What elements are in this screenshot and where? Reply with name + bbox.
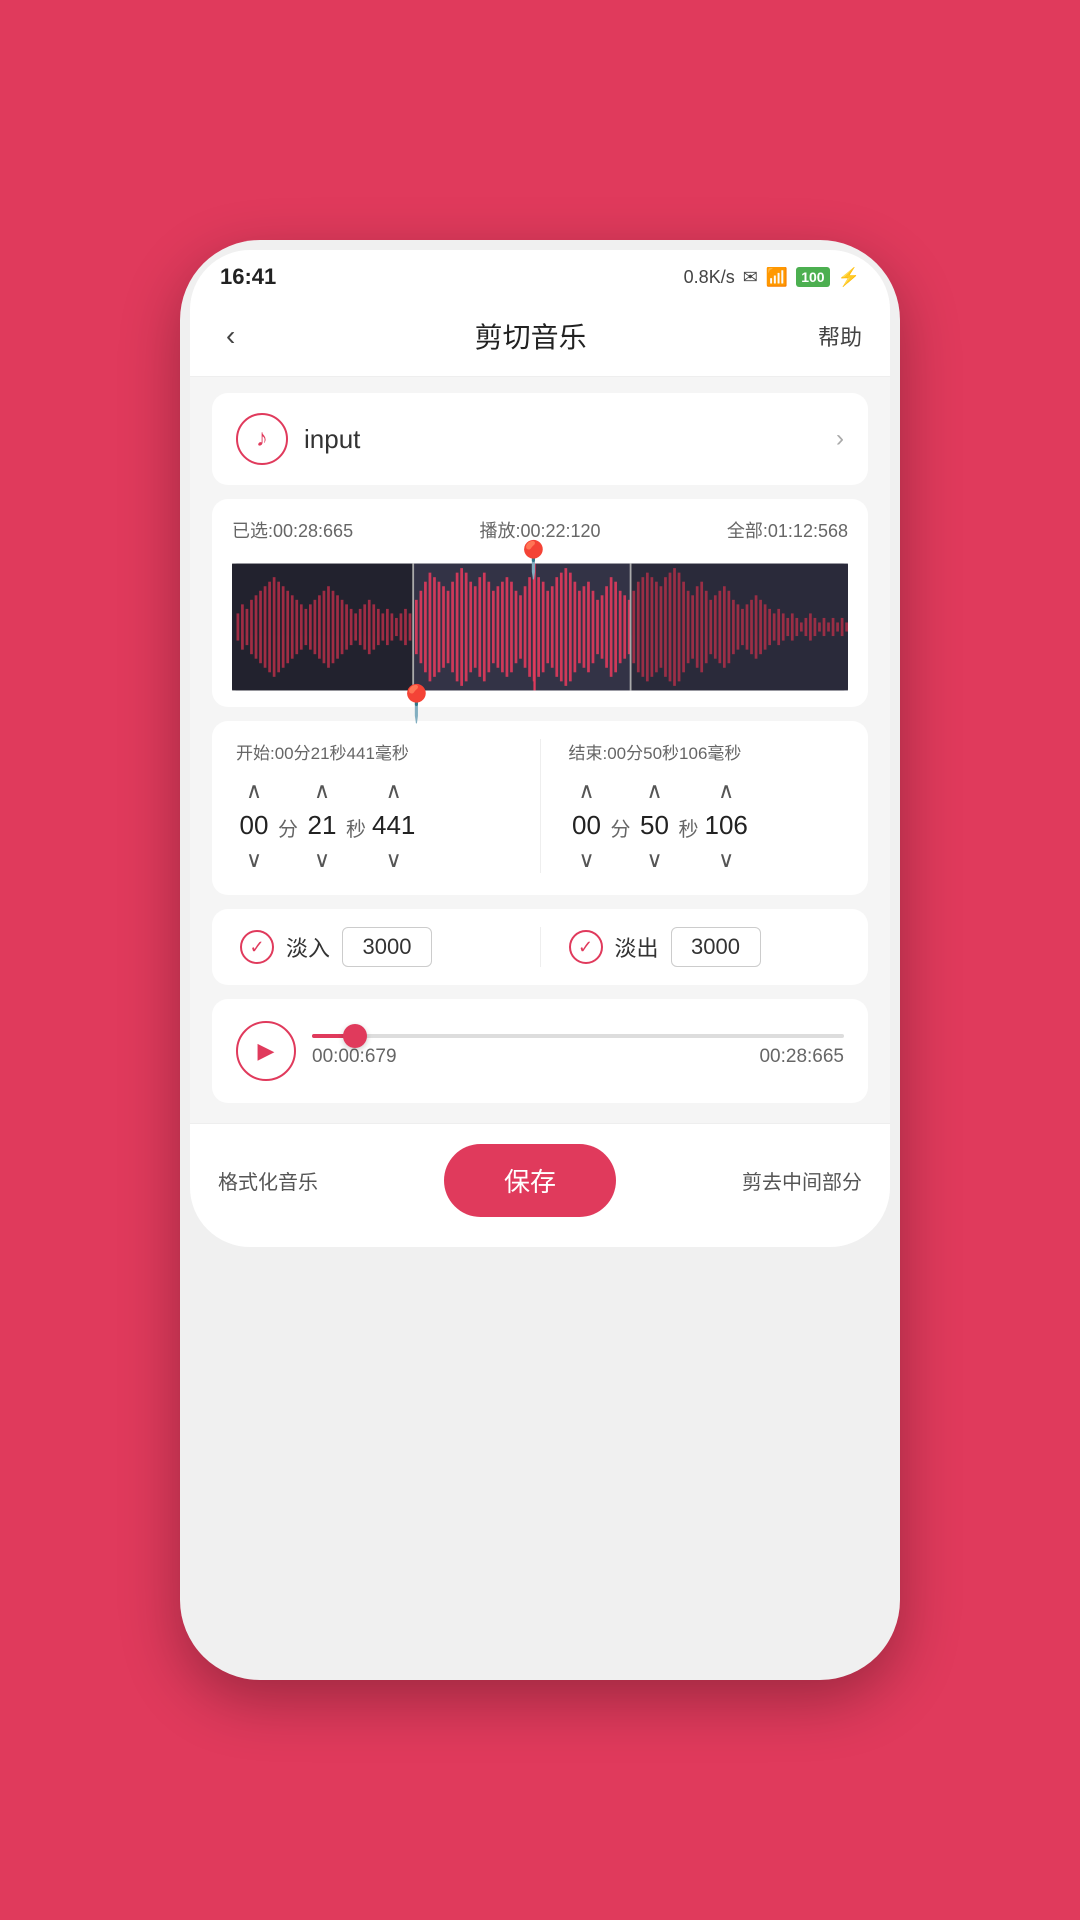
wifi-icon: 📶 — [766, 267, 788, 288]
total-time: 全部:01:12:568 — [727, 517, 848, 543]
save-button[interactable]: 保存 — [444, 1144, 616, 1217]
main-content: ♪ input › 已选:00:28:665 播放:00:22:120 全部:0… — [190, 377, 890, 1119]
start-ms-unit: ∧ 441 ∨ — [372, 778, 415, 873]
start-sec-sep: 秒 — [346, 809, 366, 842]
bottom-bar: 格式化音乐 保存 剪去中间部分 — [190, 1123, 890, 1247]
start-label: 开始:00分21秒441毫秒 — [236, 739, 512, 764]
end-min-down[interactable]: ∨ — [572, 847, 600, 873]
start-time-section: 开始:00分21秒441毫秒 ∧ 00 ∨ 分 ∧ 21 ∨ — [236, 739, 512, 873]
format-music-button[interactable]: 格式化音乐 — [218, 1166, 318, 1195]
current-time: 00:00:679 — [312, 1046, 397, 1068]
back-button[interactable]: ‹ — [218, 316, 243, 356]
total-duration: 00:28:665 — [759, 1046, 844, 1068]
waveform-card: 已选:00:28:665 播放:00:22:120 全部:01:12:568 📍 — [212, 499, 868, 707]
start-min-value: 00 — [236, 810, 272, 841]
player-card: ▶ 00:00:679 00:28:665 — [212, 999, 868, 1103]
waveform-container[interactable]: 📍 — [232, 557, 848, 697]
end-sec-up[interactable]: ∧ — [640, 778, 668, 804]
chevron-right-icon: › — [836, 425, 844, 453]
fade-card: ✓ 淡入 ✓ 淡出 — [212, 909, 868, 985]
end-min-up[interactable]: ∧ — [572, 778, 600, 804]
status-time: 16:41 — [220, 264, 276, 290]
end-sec-sep: 秒 — [679, 809, 699, 842]
start-time-controls: ∧ 00 ∨ 分 ∧ 21 ∨ 秒 — [236, 778, 512, 873]
player-times: 00:00:679 00:28:665 — [312, 1046, 844, 1068]
help-button[interactable]: 帮助 — [818, 320, 862, 352]
end-sec-down[interactable]: ∨ — [640, 847, 668, 873]
status-right: 0.8K/s ✉ 📶 100 ⚡ — [684, 267, 860, 288]
time-sections: 开始:00分21秒441毫秒 ∧ 00 ∨ 分 ∧ 21 ∨ — [236, 739, 844, 873]
status-bar: 16:41 0.8K/s ✉ 📶 100 ⚡ — [190, 250, 890, 300]
input-card: ♪ input › — [212, 393, 868, 485]
end-ms-up[interactable]: ∧ — [712, 778, 740, 804]
music-icon: ♪ — [236, 413, 288, 465]
end-label: 结束:00分50秒106毫秒 — [569, 739, 845, 764]
end-ms-value: 106 — [705, 810, 748, 841]
start-sec-up[interactable]: ∧ — [308, 778, 336, 804]
end-sec-value: 50 — [637, 810, 673, 841]
selected-time: 已选:00:28:665 — [232, 517, 353, 543]
page-title: 剪切音乐 — [475, 316, 587, 356]
start-ms-value: 441 — [372, 810, 415, 841]
player-content: ▶ 00:00:679 00:28:665 — [236, 1021, 844, 1081]
playhead-top-pin: 📍 — [511, 539, 556, 581]
start-min-down[interactable]: ∨ — [240, 847, 268, 873]
start-min-unit: ∧ 00 ∨ — [236, 778, 272, 873]
time-editor-card: 开始:00分21秒441毫秒 ∧ 00 ∨ 分 ∧ 21 ∨ — [212, 721, 868, 895]
end-min-unit: ∧ 00 ∨ — [569, 778, 605, 873]
fade-divider — [540, 927, 541, 967]
message-icon: ✉ — [743, 267, 758, 288]
battery-icon: 100 — [796, 267, 829, 287]
fade-out-label: 淡出 — [615, 931, 659, 963]
input-row[interactable]: ♪ input › — [236, 413, 844, 465]
fade-in-check[interactable]: ✓ — [240, 930, 274, 964]
start-min-sep: 分 — [278, 809, 298, 842]
fade-in-item: ✓ 淡入 — [240, 927, 512, 967]
start-ms-down[interactable]: ∨ — [380, 847, 408, 873]
progress-thumb[interactable] — [343, 1024, 367, 1048]
fade-out-check[interactable]: ✓ — [569, 930, 603, 964]
time-divider — [540, 739, 541, 873]
player-right: 00:00:679 00:28:665 — [312, 1034, 844, 1068]
fade-in-input[interactable] — [342, 927, 432, 967]
end-time-section: 结束:00分50秒106毫秒 ∧ 00 ∨ 分 ∧ 50 ∨ — [569, 739, 845, 873]
end-sec-unit: ∧ 50 ∨ — [637, 778, 673, 873]
app-bar: ‹ 剪切音乐 帮助 — [190, 300, 890, 377]
start-ms-up[interactable]: ∧ — [380, 778, 408, 804]
end-min-sep: 分 — [611, 809, 631, 842]
network-speed: 0.8K/s — [684, 267, 735, 288]
filename-label: input — [304, 424, 360, 455]
cut-middle-button[interactable]: 剪去中间部分 — [742, 1166, 862, 1195]
progress-track[interactable] — [312, 1034, 844, 1038]
end-ms-unit: ∧ 106 ∨ — [705, 778, 748, 873]
input-left: ♪ input — [236, 413, 360, 465]
start-sec-down[interactable]: ∨ — [308, 847, 336, 873]
fade-in-label: 淡入 — [286, 931, 330, 963]
fade-out-input[interactable] — [671, 927, 761, 967]
start-sec-value: 21 — [304, 810, 340, 841]
end-min-value: 00 — [569, 810, 605, 841]
start-min-up[interactable]: ∧ — [240, 778, 268, 804]
start-sec-unit: ∧ 21 ∨ — [304, 778, 340, 873]
charging-icon: ⚡ — [838, 267, 860, 288]
end-time-controls: ∧ 00 ∨ 分 ∧ 50 ∨ 秒 — [569, 778, 845, 873]
play-button[interactable]: ▶ — [236, 1021, 296, 1081]
end-ms-down[interactable]: ∨ — [712, 847, 740, 873]
fade-out-item: ✓ 淡出 — [569, 927, 841, 967]
playhead-bottom-pin: 📍 — [394, 683, 439, 725]
